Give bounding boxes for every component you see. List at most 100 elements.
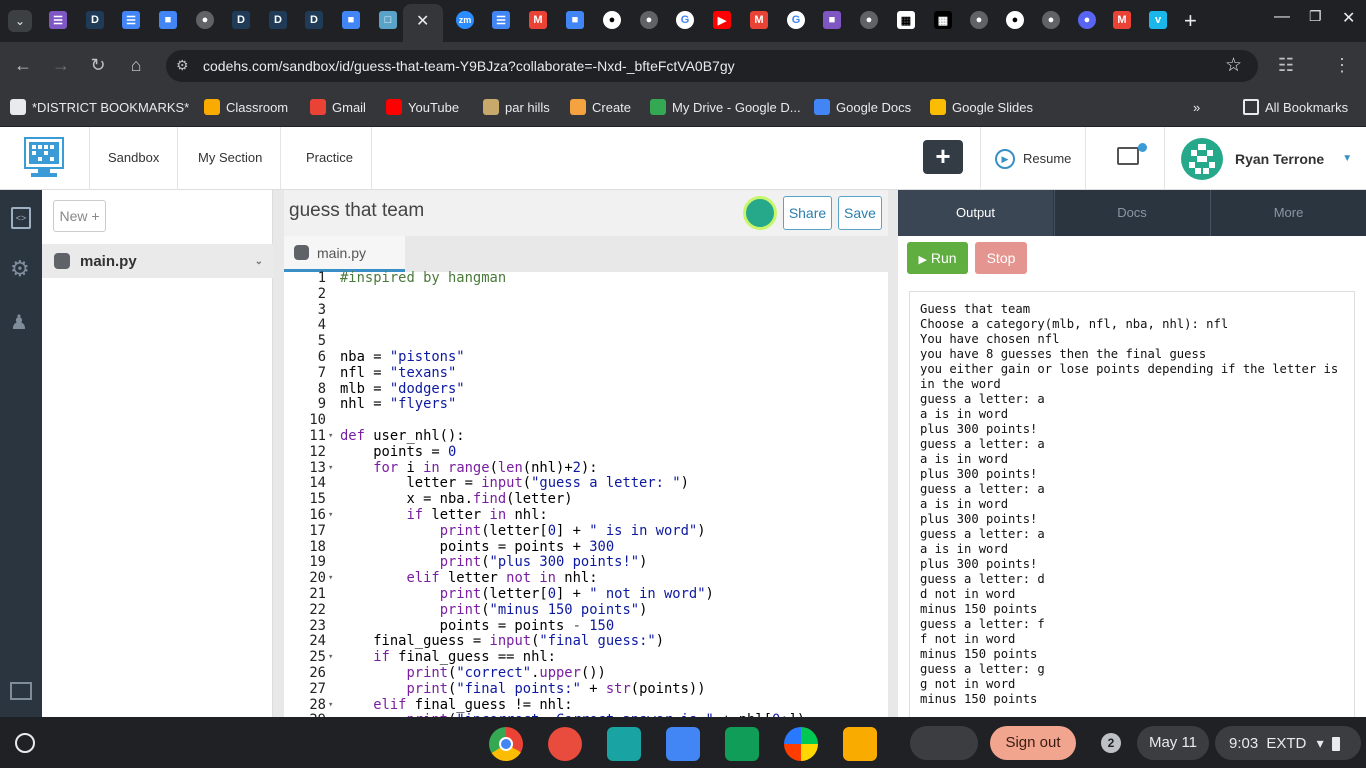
bookmark-0[interactable]: *DISTRICT BOOKMARKS* (10, 97, 189, 117)
bookmark-6[interactable]: My Drive - Google D... (650, 97, 801, 117)
tab-icon[interactable]: D (232, 11, 250, 29)
code-line[interactable]: elif letter not in nhl: (340, 570, 597, 586)
bookmark-5[interactable]: Create (570, 97, 631, 117)
fold-arrow-icon[interactable]: ▾ (328, 649, 333, 665)
fold-arrow-icon[interactable]: ▾ (328, 697, 333, 713)
gmail-tab-icon[interactable]: M (1113, 11, 1131, 29)
youtube-tab-icon[interactable]: ▶ (713, 11, 731, 29)
bookmark-star-icon[interactable]: ☆ (1225, 54, 1242, 77)
panel-resizer[interactable] (888, 190, 898, 717)
classroom-app-icon[interactable] (607, 727, 641, 761)
all-bookmarks-button[interactable]: All Bookmarks (1243, 97, 1348, 117)
code-line[interactable]: print(letter[0] + " is in word") (340, 523, 706, 539)
code-line[interactable]: if letter in nhl: (340, 507, 547, 523)
google-tab-icon[interactable]: G (787, 11, 805, 29)
new-tab-icon[interactable]: + (1184, 8, 1197, 34)
tab-icon[interactable]: ● (1042, 11, 1060, 29)
active-tab[interactable]: ✕ (403, 4, 443, 42)
tab-output[interactable]: Output (898, 190, 1053, 236)
tab-icon[interactable]: □ (379, 11, 397, 29)
tote-icon[interactable] (910, 726, 978, 760)
classroom-app-icon[interactable] (843, 727, 877, 761)
more-bookmarks-icon[interactable]: » (1193, 97, 1200, 117)
tab-icon[interactable]: ■ (566, 11, 584, 29)
chevron-down-icon[interactable]: ⌄ (255, 256, 263, 267)
tab-icon[interactable]: D (269, 11, 287, 29)
bookmark-7[interactable]: Google Docs (814, 97, 911, 117)
code-line[interactable]: nfl = "texans" (340, 365, 456, 381)
gmail-tab-icon[interactable]: M (529, 11, 547, 29)
tab-icon[interactable]: D (305, 11, 323, 29)
tab-icon[interactable]: ■ (159, 11, 177, 29)
fold-arrow-icon[interactable]: ▾ (328, 460, 333, 476)
sheets-app-icon[interactable] (725, 727, 759, 761)
tab-more[interactable]: More (1210, 190, 1366, 236)
media-button[interactable] (1085, 127, 1165, 190)
tab-search-button[interactable]: ⌄ (8, 10, 32, 32)
tab-main-py[interactable]: main.py (284, 236, 405, 272)
docs-app-icon[interactable] (666, 727, 700, 761)
code-line[interactable]: print("plus 300 points!") (340, 554, 648, 570)
settings-gear-icon[interactable]: ⚙ (10, 256, 30, 282)
tab-icon[interactable]: ☰ (492, 11, 510, 29)
forward-icon[interactable]: → (50, 54, 72, 76)
code-line[interactable]: def user_nhl(): (340, 428, 465, 444)
tab-icon[interactable]: ● (640, 11, 658, 29)
code-line[interactable]: points = points - 150 (340, 618, 614, 634)
reload-icon[interactable]: ↻ (87, 54, 109, 76)
code-line[interactable]: for i in range(len(nhl)+2): (340, 460, 597, 476)
minimize-icon[interactable]: — (1274, 8, 1290, 26)
tab-icon[interactable]: v (1149, 11, 1167, 29)
close-tab-icon[interactable]: ✕ (416, 11, 429, 31)
nav-practice[interactable]: Practice (288, 127, 372, 190)
nav-my-section[interactable]: My Section (180, 127, 282, 190)
tab-icon[interactable]: ● (970, 11, 988, 29)
panel-layout-icon[interactable] (10, 682, 32, 700)
code-line[interactable]: nba = "pistons" (340, 349, 465, 365)
program-title[interactable]: guess that team (289, 200, 424, 222)
bookmark-3[interactable]: YouTube (386, 97, 459, 117)
tab-icon[interactable]: ☰ (122, 11, 140, 29)
stop-button[interactable]: Stop (975, 242, 1027, 274)
bookmark-8[interactable]: Google Slides (930, 97, 1033, 117)
code-line[interactable]: print("final points:" + str(points)) (340, 681, 705, 697)
code-line[interactable]: elif final_guess != nhl: (340, 697, 572, 713)
close-window-icon[interactable]: ✕ (1342, 8, 1355, 28)
tab-icon[interactable]: ■ (823, 11, 841, 29)
code-area[interactable]: 1 #inspired by hangman 2 3 4 5 6 nba = "pistons… (284, 270, 888, 717)
run-button[interactable]: ▶ Run (907, 242, 968, 274)
code-line[interactable]: print(letter[0] + " not in word") (340, 586, 714, 602)
file-item-main-py[interactable]: main.py ⌄ (42, 244, 273, 278)
nav-sandbox[interactable]: Sandbox (89, 127, 179, 190)
google-tab-icon[interactable]: G (676, 11, 694, 29)
share-button[interactable]: Share (783, 196, 832, 230)
date-display[interactable]: May 11 (1137, 726, 1209, 760)
resume-button[interactable]: ▶ Resume (980, 127, 1085, 190)
github-tab-icon[interactable]: ● (1006, 11, 1024, 29)
tab-icon[interactable]: zm (456, 11, 474, 29)
gmail-tab-icon[interactable]: M (750, 11, 768, 29)
system-tray[interactable]: 9:03 EXTD ▾ (1215, 726, 1361, 760)
fold-arrow-icon[interactable]: ▾ (328, 570, 333, 586)
fold-arrow-icon[interactable]: ▾ (328, 428, 333, 444)
code-line[interactable]: print("minus 150 points") (340, 602, 648, 618)
tab-icon[interactable]: D (86, 11, 104, 29)
address-bar[interactable]: ⚙ codehs.com/sandbox/id/guess-that-team-… (166, 50, 1258, 82)
panel-resizer[interactable] (273, 190, 284, 717)
play-store-app-icon[interactable] (784, 727, 818, 761)
bookmark-4[interactable]: par hills (483, 97, 550, 117)
code-line[interactable]: print("correct".upper()) (340, 665, 605, 681)
canvas-app-icon[interactable] (548, 727, 582, 761)
tab-docs[interactable]: Docs (1054, 190, 1209, 236)
console-output[interactable]: Guess that team Choose a category(mlb, nf… (909, 291, 1355, 717)
code-line[interactable]: mlb = "dodgers" (340, 381, 465, 397)
extensions-icon[interactable]: ☷ (1275, 54, 1297, 76)
notification-count-badge[interactable]: 2 (1101, 733, 1121, 753)
site-info-icon[interactable]: ⚙ (176, 57, 189, 74)
code-line[interactable]: if final_guess == nhl: (340, 649, 556, 665)
github-tab-icon[interactable]: ● (603, 11, 621, 29)
bookmark-2[interactable]: Gmail (310, 97, 366, 117)
code-line[interactable]: final_guess = input("final guess:") (340, 633, 664, 649)
code-file-icon[interactable]: <> (11, 207, 31, 229)
tab-icon[interactable]: ☰ (49, 11, 67, 29)
